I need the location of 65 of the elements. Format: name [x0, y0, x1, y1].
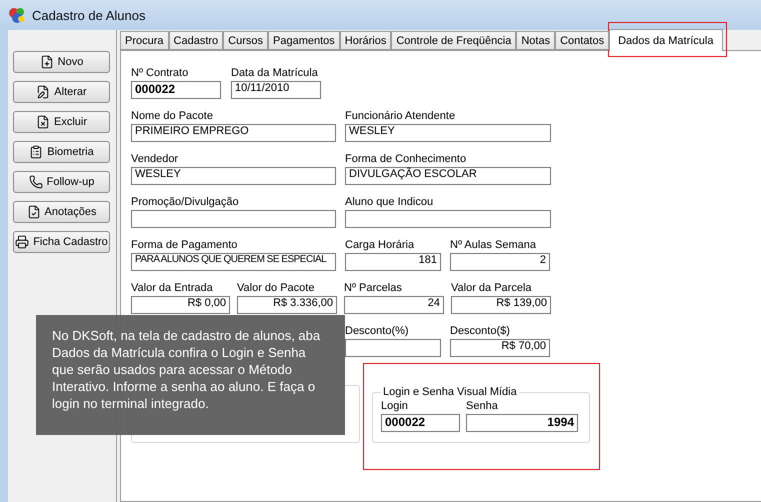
action-button[interactable]: Anotações — [13, 201, 110, 223]
new-document-icon — [40, 55, 54, 69]
input-field[interactable]: PRIMEIRO EMPREGO — [131, 124, 336, 142]
input-field[interactable]: R$ 0,00 — [131, 296, 230, 314]
input-field[interactable] — [131, 210, 336, 228]
input-field[interactable]: 000022 — [131, 81, 221, 99]
tab[interactable]: Procura — [120, 31, 169, 50]
field-label: Promoção/Divulgação — [131, 195, 240, 209]
input-field[interactable]: PARA ALUNOS QUE QUEREM SE ESPECIAL — [131, 253, 336, 271]
input-field[interactable]: 10/11/2010 — [231, 81, 321, 99]
field-label: Nº Contrato — [131, 66, 190, 80]
tab[interactable]: Dados da Matrícula — [609, 29, 722, 51]
input-field[interactable]: R$ 70,00 — [450, 339, 550, 357]
input-field[interactable]: 181 — [345, 253, 441, 271]
input-field[interactable] — [345, 339, 441, 357]
input-field[interactable]: DIVULGAÇÃO ESCOLAR — [345, 167, 551, 185]
input-field[interactable] — [345, 210, 551, 228]
field-label: Carga Horária — [345, 238, 416, 252]
action-button[interactable]: Alterar — [13, 81, 110, 103]
tab[interactable]: Pagamentos — [268, 31, 340, 50]
field-label: Nº Aulas Semana — [450, 238, 537, 252]
input-field[interactable]: WESLEY — [345, 124, 551, 142]
field-label: Funcionário Atendente — [345, 109, 456, 123]
field-label: Aluno que Indicou — [345, 195, 434, 209]
app-icon — [8, 6, 26, 24]
tab[interactable]: Contatos — [555, 31, 610, 50]
clipboard-icon — [29, 145, 44, 159]
tab[interactable]: Cursos — [223, 31, 268, 50]
action-button[interactable]: Novo — [13, 51, 110, 73]
action-button[interactable]: Ficha Cadastro — [13, 231, 110, 253]
tab[interactable]: Controle de Freqüência — [391, 31, 516, 50]
input-field[interactable]: 000022 — [381, 414, 460, 432]
field-label: Nº Parcelas — [344, 281, 403, 295]
input-field[interactable]: R$ 139,00 — [451, 296, 551, 314]
action-button[interactable]: Biometria — [13, 141, 110, 163]
checked-document-icon — [26, 205, 40, 219]
input-field[interactable]: R$ 3.336,00 — [237, 296, 337, 314]
window-title: Cadastro de Alunos — [32, 8, 146, 22]
action-button[interactable]: Excluir — [13, 111, 110, 133]
info-caption: No DKSoft, na tela de cadastro de alunos, aba Dados da Matrícula confira o Login e Senha que serão usados para acessar o Método Interativo. Informe a senha ao aluno. E faça o login no terminal integrado. — [36, 315, 345, 435]
input-field[interactable]: 2 — [450, 253, 550, 271]
tab[interactable]: Horários — [340, 31, 392, 50]
field-label: Nome do Pacote — [131, 109, 214, 123]
field-label: Valor da Parcela — [451, 281, 533, 295]
tab[interactable]: Cadastro — [168, 31, 224, 50]
field-label: Login — [381, 399, 409, 413]
field-label: Senha — [466, 399, 499, 413]
input-field[interactable]: 1994 — [466, 414, 578, 432]
field-label: Desconto(%) — [345, 324, 410, 338]
field-label: Data da Matrícula — [231, 66, 319, 80]
input-field[interactable]: 24 — [344, 296, 444, 314]
tab[interactable]: Notas — [516, 31, 556, 50]
field-label: Desconto($) — [450, 324, 511, 338]
field-label: Forma de Conhecimento — [345, 152, 468, 166]
field-label: Valor do Pacote — [237, 281, 316, 295]
phone-icon — [28, 175, 43, 189]
field-label: Valor da Entrada — [131, 281, 214, 295]
action-button[interactable]: Follow-up — [13, 171, 110, 193]
field-label: Vendedor — [131, 152, 180, 166]
delete-document-icon — [36, 115, 50, 129]
input-field[interactable]: WESLEY — [131, 167, 336, 185]
printer-icon — [15, 235, 30, 249]
group-title: Login e Senha Visual Mídia — [382, 385, 518, 399]
field-label: Forma de Pagamento — [131, 238, 238, 252]
edit-document-icon — [36, 85, 50, 99]
